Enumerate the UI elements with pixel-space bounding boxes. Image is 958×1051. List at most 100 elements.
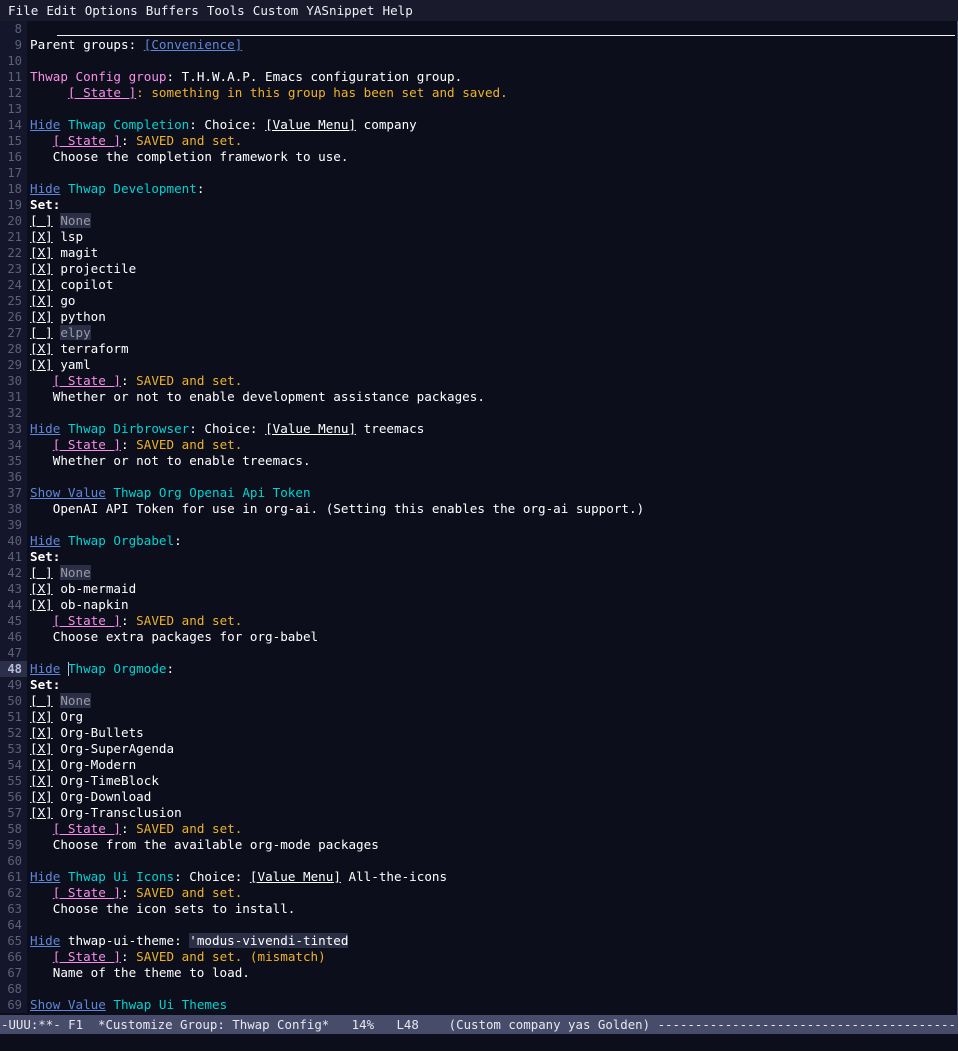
- buffer-line: 13: [0, 101, 957, 117]
- line-number: 51: [0, 709, 27, 725]
- menu-item-custom[interactable]: Custom: [249, 3, 303, 18]
- state-button-thwap-orgbabel[interactable]: [ State ]: [53, 613, 121, 628]
- line-content: [ State ]: SAVED and set.: [27, 613, 957, 629]
- menu-item-edit[interactable]: Edit: [42, 3, 80, 18]
- buffer-line: 30 [ State ]: SAVED and set.: [0, 373, 957, 389]
- echo-area: [0, 1034, 958, 1051]
- token-orange: SAVED and set.: [136, 437, 243, 452]
- buffer-line: 51 [X] Org: [0, 709, 957, 725]
- token-plain: :: [121, 437, 137, 452]
- line-number: 24: [0, 277, 27, 293]
- menu-item-yasnippet[interactable]: YASnippet: [302, 3, 378, 18]
- buffer-line: 64: [0, 917, 957, 933]
- state-button-thwap-config[interactable]: [ State ]: [68, 85, 136, 100]
- line-number: 9: [0, 37, 27, 53]
- mode-line[interactable]: -UUU:**- F1 *Customize Group: Thwap Conf…: [0, 1015, 958, 1034]
- menu-item-options[interactable]: Options: [81, 3, 142, 18]
- checkbox-org-superagenda[interactable]: [X]: [30, 741, 53, 756]
- state-button-thwap-completion[interactable]: [ State ]: [53, 133, 121, 148]
- line-content: [X] Org-SuperAgenda: [27, 741, 957, 757]
- line-content: Hide Thwap Development:: [27, 181, 957, 197]
- value-menu-thwap-completion[interactable]: [Value Menu]: [265, 117, 356, 132]
- token-plain: :: [121, 613, 137, 628]
- link-convenience[interactable]: [Convenience]: [144, 37, 243, 52]
- value-field-thwap-ui-theme[interactable]: 'modus-vivendi-tinted: [189, 933, 349, 948]
- line-content: Hide Thwap Completion: Choice: [Value Me…: [27, 117, 957, 133]
- checkbox-ob-mermaid[interactable]: [X]: [30, 581, 53, 596]
- checkbox-org-timeblock[interactable]: [X]: [30, 773, 53, 788]
- toggle-show-thwap-ui-themes[interactable]: Show Value: [30, 997, 106, 1012]
- checkbox-ob-napkin[interactable]: [X]: [30, 597, 53, 612]
- toggle-hide-thwap-ui-theme[interactable]: Hide: [30, 933, 60, 948]
- token-teal: Thwap Completion: [67, 117, 190, 132]
- checkbox-projectile[interactable]: [X]: [30, 261, 53, 276]
- menu-item-help[interactable]: Help: [379, 3, 417, 18]
- checkbox-yaml[interactable]: [X]: [30, 357, 53, 372]
- buffer-line: 41 Set:: [0, 549, 957, 565]
- buffer-line: 29 [X] yaml: [0, 357, 957, 373]
- checkbox-none-orgmode[interactable]: [ ]: [30, 693, 53, 708]
- checkbox-terraform[interactable]: [X]: [30, 341, 53, 356]
- checkbox-org-bullets[interactable]: [X]: [30, 725, 53, 740]
- token-plain: Choose extra packages for org-babel: [30, 629, 319, 644]
- state-button-thwap-orgmode[interactable]: [ State ]: [53, 821, 121, 836]
- token-plain: :: [174, 533, 182, 548]
- toggle-hide-thwap-dirbrowser[interactable]: Hide: [30, 421, 60, 436]
- line-content: Thwap Config group: T.H.W.A.P. Emacs con…: [27, 69, 957, 85]
- mode-line-space-4: [374, 1017, 396, 1032]
- token-plain: Org-Modern: [52, 757, 137, 772]
- toggle-hide-thwap-ui-icons[interactable]: Hide: [30, 869, 60, 884]
- buffer-line: 46 Choose extra packages for org-babel: [0, 629, 957, 645]
- buffer-line: 24 [X] copilot: [0, 277, 957, 293]
- buffer-area[interactable]: 8 9 Parent groups: [Convenience] 10 11 Thwap …: [0, 21, 958, 1015]
- line-content: [X] go: [27, 293, 957, 309]
- line-number: 56: [0, 789, 27, 805]
- checkbox-python[interactable]: [X]: [30, 309, 53, 324]
- value-menu-thwap-dirbrowser[interactable]: [Value Menu]: [265, 421, 356, 436]
- buffer-line: 38 OpenAI API Token for use in org-ai. (…: [0, 501, 957, 517]
- token-field: elpy: [60, 325, 91, 340]
- toggle-hide-thwap-orgmode[interactable]: Hide: [30, 661, 60, 676]
- buffer-line: 55 [X] Org-TimeBlock: [0, 773, 957, 789]
- toggle-hide-thwap-completion[interactable]: Hide: [30, 117, 60, 132]
- checkbox-elpy[interactable]: [ ]: [30, 325, 53, 340]
- line-number: 60: [0, 853, 27, 869]
- mode-line-indicators: -UUU:**-: [1, 1017, 61, 1032]
- token-plain: ob-mermaid: [52, 581, 137, 596]
- checkbox-magit[interactable]: [X]: [30, 245, 53, 260]
- state-button-thwap-dirbrowser[interactable]: [ State ]: [53, 437, 121, 452]
- toggle-hide-thwap-orgbabel[interactable]: Hide: [30, 533, 60, 548]
- line-content: [ ] None: [27, 693, 957, 709]
- buffer-line: 65 Hide thwap-ui-theme: 'modus-vivendi-ti…: [0, 933, 957, 949]
- value-menu-thwap-ui-icons[interactable]: [Value Menu]: [250, 869, 341, 884]
- checkbox-org[interactable]: [X]: [30, 709, 53, 724]
- buffer-line: 28 [X] terraform: [0, 341, 957, 357]
- line-number: 54: [0, 757, 27, 773]
- menu-item-buffers[interactable]: Buffers: [142, 3, 203, 18]
- token-plain: :: [121, 821, 137, 836]
- toggle-show-thwap-org-openai-api-token[interactable]: Show Value: [30, 485, 106, 500]
- buffer-line: 39: [0, 517, 957, 533]
- line-number: 64: [0, 917, 27, 933]
- toggle-hide-thwap-development[interactable]: Hide: [30, 181, 60, 196]
- checkbox-go[interactable]: [X]: [30, 293, 53, 308]
- line-number: 53: [0, 741, 27, 757]
- state-button-thwap-ui-icons[interactable]: [ State ]: [53, 885, 121, 900]
- checkbox-lsp[interactable]: [X]: [30, 229, 53, 244]
- checkbox-org-modern[interactable]: [X]: [30, 757, 53, 772]
- checkbox-org-transclusion[interactable]: [X]: [30, 805, 53, 820]
- checkbox-org-download[interactable]: [X]: [30, 789, 53, 804]
- state-button-thwap-development[interactable]: [ State ]: [53, 373, 121, 388]
- checkbox-copilot[interactable]: [X]: [30, 277, 53, 292]
- state-button-thwap-ui-theme[interactable]: [ State ]: [53, 949, 121, 964]
- line-content: [X] magit: [27, 245, 957, 261]
- checkbox-none-development[interactable]: [ ]: [30, 213, 53, 228]
- mode-line-space-2: [83, 1017, 98, 1032]
- checkbox-none-orgbabel[interactable]: [ ]: [30, 565, 53, 580]
- line-content: [X] terraform: [27, 341, 957, 357]
- menu-item-file[interactable]: File: [4, 3, 42, 18]
- menu-item-tools[interactable]: Tools: [203, 3, 249, 18]
